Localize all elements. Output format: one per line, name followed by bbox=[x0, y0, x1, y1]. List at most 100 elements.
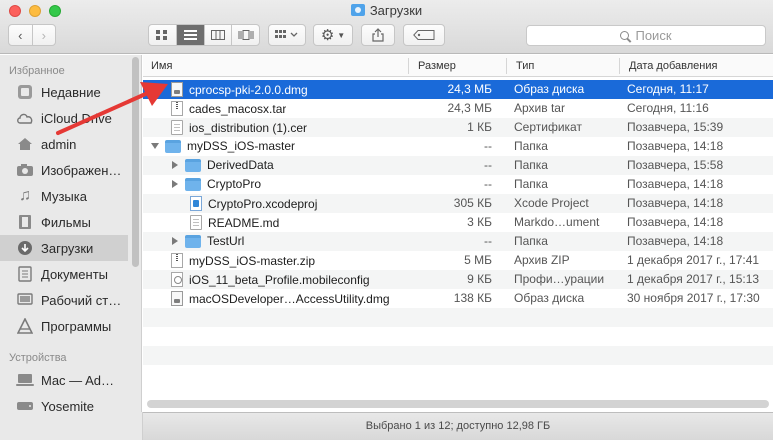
file-row[interactable]: cprocsp-pki-2.0.0.dmg 24,3 МБ Образ диск… bbox=[143, 80, 773, 99]
view-columns-button[interactable] bbox=[205, 25, 233, 45]
view-list-button[interactable] bbox=[176, 25, 205, 45]
file-name-cell: CryptoPro.xcodeproj bbox=[190, 196, 317, 211]
file-date: 30 ноября 2017 г., 17:30 bbox=[627, 291, 760, 305]
sidebar-item-mac[interactable]: Mac — Ad… bbox=[0, 367, 128, 393]
status-bar: Выбрано 1 из 12; доступно 12,98 ГБ bbox=[143, 412, 773, 440]
group-by-icon bbox=[275, 30, 298, 38]
sidebar-item-home[interactable]: admin bbox=[0, 131, 128, 157]
column-view-icon bbox=[210, 30, 225, 40]
xcode-project-icon bbox=[190, 196, 202, 211]
file-size: -- bbox=[484, 177, 492, 191]
file-size: 138 КБ bbox=[453, 291, 492, 305]
forward-button[interactable]: › bbox=[33, 25, 56, 45]
sidebar-item-desktop[interactable]: Рабочий ст… bbox=[0, 287, 128, 313]
file-row[interactable]: CryptoPro -- Папка Позавчера, 14:18 bbox=[143, 175, 773, 194]
file-name-cell: myDSS_iOS-master.zip bbox=[171, 253, 315, 268]
horizontal-scrollbar[interactable] bbox=[147, 400, 769, 408]
sidebar-section-favorites: Избранное bbox=[9, 65, 65, 77]
disk-image-icon bbox=[171, 82, 183, 97]
view-gallery-button[interactable] bbox=[232, 25, 259, 45]
file-date: Позавчера, 14:18 bbox=[627, 234, 724, 248]
share-button[interactable] bbox=[361, 24, 395, 46]
tag-icon bbox=[413, 30, 435, 40]
file-kind: Образ диска bbox=[514, 82, 585, 96]
file-kind: Папка bbox=[514, 158, 548, 172]
certificate-file-icon bbox=[171, 120, 183, 135]
file-size: 24,3 МБ bbox=[447, 101, 492, 115]
disclosure-collapsed-icon[interactable] bbox=[172, 161, 178, 169]
configuration-profile-icon bbox=[171, 272, 183, 287]
column-header-date[interactable]: Дата добавления bbox=[629, 60, 717, 72]
file-row[interactable]: README.md 3 КБ Markdo…ument Позавчера, 1… bbox=[143, 213, 773, 232]
file-date: Позавчера, 14:18 bbox=[627, 196, 724, 210]
file-date: Сегодня, 11:16 bbox=[627, 101, 709, 115]
folder-icon bbox=[165, 139, 181, 153]
column-header-size[interactable]: Размер bbox=[418, 60, 456, 72]
file-date: 1 декабря 2017 г., 15:13 bbox=[627, 272, 760, 286]
share-icon bbox=[372, 28, 384, 42]
download-icon bbox=[16, 240, 34, 256]
disclosure-collapsed-icon[interactable] bbox=[172, 237, 178, 245]
sidebar-item-recents[interactable]: Недавние bbox=[0, 79, 128, 105]
column-divider[interactable] bbox=[619, 58, 620, 74]
file-name-cell: macOSDeveloper…AccessUtility.dmg bbox=[171, 291, 390, 306]
apps-icon bbox=[16, 318, 34, 334]
file-row[interactable]: cades_macosx.tar 24,3 МБ Архив tar Сегод… bbox=[143, 99, 773, 118]
file-size: -- bbox=[484, 234, 492, 248]
markdown-file-icon bbox=[190, 215, 202, 230]
file-row[interactable]: DerivedData -- Папка Позавчера, 15:58 bbox=[143, 156, 773, 175]
search-icon bbox=[620, 31, 630, 40]
column-header-kind[interactable]: Тип bbox=[516, 60, 534, 72]
file-row[interactable]: myDSS_iOS-master.zip 5 МБ Архив ZIP 1 де… bbox=[143, 251, 773, 270]
search-field[interactable]: Поиск bbox=[526, 25, 766, 46]
back-button[interactable]: ‹ bbox=[9, 25, 33, 45]
sidebar-item-applications[interactable]: Программы bbox=[0, 313, 128, 339]
folder-icon bbox=[185, 234, 201, 248]
sidebar-item-music[interactable]: ♫ Музыка bbox=[0, 183, 128, 209]
action-button[interactable]: ⚙ ▼ bbox=[313, 24, 353, 46]
group-by-button[interactable] bbox=[268, 24, 306, 46]
file-row[interactable]: ios_distribution (1).cer 1 КБ Сертификат… bbox=[143, 118, 773, 137]
edit-tags-button[interactable] bbox=[403, 24, 445, 46]
file-size: 5 МБ bbox=[464, 253, 492, 267]
file-size: 3 КБ bbox=[467, 215, 492, 229]
chevron-down-icon: ▼ bbox=[337, 30, 346, 40]
sidebar-item-pictures[interactable]: Изображен… bbox=[0, 157, 128, 183]
file-name: CryptoPro bbox=[207, 177, 262, 191]
file-row[interactable]: CryptoPro.xcodeproj 305 КБ Xcode Project… bbox=[143, 194, 773, 213]
computer-icon bbox=[16, 372, 34, 388]
sidebar-scrollbar[interactable] bbox=[132, 57, 139, 267]
file-name-cell: ios_distribution (1).cer bbox=[171, 120, 307, 135]
archive-icon bbox=[171, 101, 183, 116]
column-header-name[interactable]: Имя bbox=[151, 60, 172, 72]
cloud-icon bbox=[16, 110, 34, 126]
view-icons-button[interactable] bbox=[149, 25, 177, 45]
file-row[interactable]: TestUrl -- Папка Позавчера, 14:18 bbox=[143, 232, 773, 251]
file-date: Позавчера, 14:18 bbox=[627, 177, 724, 191]
empty-row bbox=[143, 327, 773, 346]
column-header-row: Имя Размер Тип Дата добавления bbox=[143, 55, 773, 77]
sidebar-item-documents[interactable]: Документы bbox=[0, 261, 128, 287]
file-name-cell: README.md bbox=[190, 215, 279, 230]
file-size: 305 КБ bbox=[453, 196, 492, 210]
file-name: myDSS_iOS-master bbox=[187, 139, 296, 153]
file-date: Позавчера, 14:18 bbox=[627, 215, 724, 229]
disclosure-expanded-icon[interactable] bbox=[151, 143, 159, 149]
file-kind: Папка bbox=[514, 177, 548, 191]
file-name: macOSDeveloper…AccessUtility.dmg bbox=[189, 291, 390, 306]
column-divider[interactable] bbox=[408, 58, 409, 74]
sidebar-item-downloads[interactable]: Загрузки bbox=[0, 235, 128, 261]
clock-icon bbox=[16, 84, 34, 100]
gear-icon: ⚙ bbox=[320, 27, 335, 44]
sidebar-item-movies[interactable]: Фильмы bbox=[0, 209, 128, 235]
file-kind: Xcode Project bbox=[514, 196, 589, 210]
disk-image-icon bbox=[171, 291, 183, 306]
file-date: Сегодня, 11:17 bbox=[627, 82, 709, 96]
sidebar-item-icloud[interactable]: iCloud Drive bbox=[0, 105, 128, 131]
sidebar-section-devices: Устройства bbox=[9, 352, 67, 364]
column-divider[interactable] bbox=[506, 58, 507, 74]
file-row[interactable]: iOS_11_beta_Profile.mobileconfig 9 КБ Пр… bbox=[143, 270, 773, 289]
file-row[interactable]: macOSDeveloper…AccessUtility.dmg 138 КБ … bbox=[143, 289, 773, 308]
file-row[interactable]: myDSS_iOS-master -- Папка Позавчера, 14:… bbox=[143, 137, 773, 156]
disclosure-collapsed-icon[interactable] bbox=[172, 180, 178, 188]
